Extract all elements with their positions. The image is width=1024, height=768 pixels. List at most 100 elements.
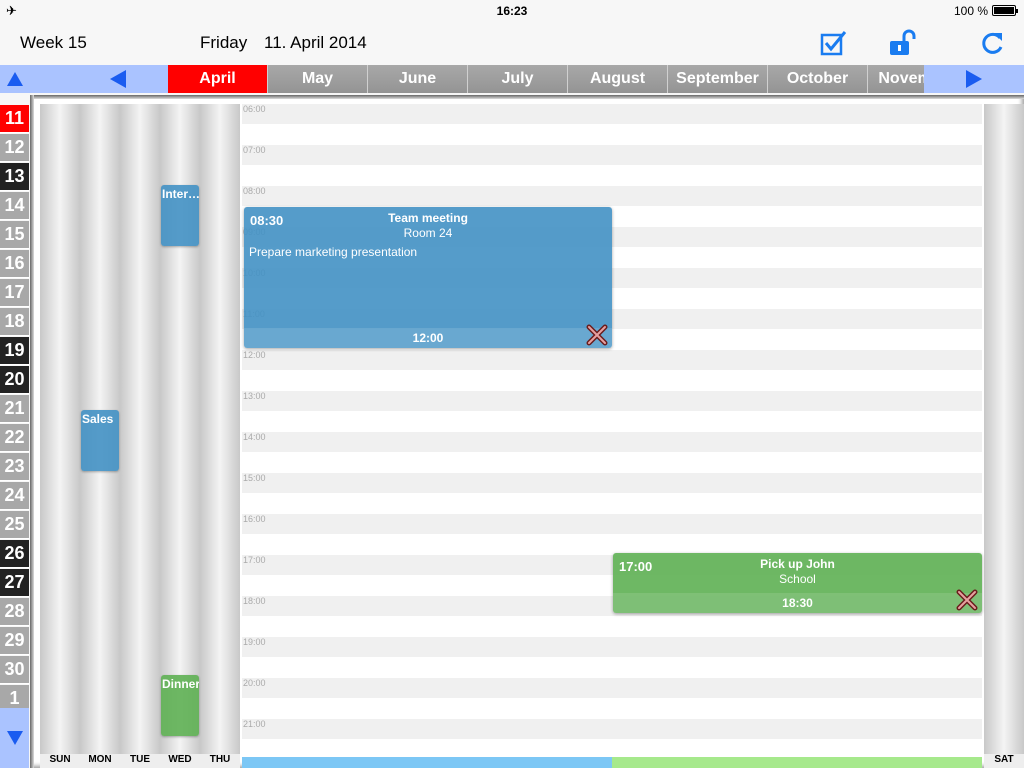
hour-band: [242, 514, 982, 534]
triangle-down-icon: [6, 731, 23, 745]
hour-label: 06:00: [243, 104, 266, 114]
day-number[interactable]: 30: [0, 656, 29, 684]
tab-month-october[interactable]: October: [768, 65, 868, 93]
day-number[interactable]: 17: [0, 279, 29, 307]
calendar-frame-left: [30, 95, 34, 768]
checkbox-icon: [820, 31, 847, 56]
day-number[interactable]: 16: [0, 250, 29, 278]
hour-slot[interactable]: 06:00: [242, 104, 982, 145]
hour-slot[interactable]: 12:00: [242, 350, 982, 391]
mini-event-wed-inter[interactable]: Inter…: [161, 185, 199, 246]
day-number[interactable]: 29: [0, 627, 29, 655]
hour-label: 18:00: [243, 596, 266, 606]
hour-band: [242, 719, 982, 739]
weekday-label-sun: SUN: [40, 754, 80, 768]
mini-event-wed-dinner[interactable]: Dinner: [161, 675, 199, 736]
hour-slot[interactable]: 14:00: [242, 432, 982, 473]
battery-icon: [992, 5, 1018, 16]
day-number[interactable]: 24: [0, 482, 29, 510]
weekday-column-thu[interactable]: [200, 104, 240, 756]
header: Week 15 Friday 11. April 2014: [0, 20, 1024, 64]
tab-month-june[interactable]: June: [368, 65, 468, 93]
event-note: Prepare marketing presentation: [249, 245, 418, 259]
tab-month-november[interactable]: November: [868, 65, 924, 93]
day-number[interactable]: 27: [0, 569, 29, 597]
hour-slot[interactable]: 07:00: [242, 145, 982, 186]
day-number[interactable]: 21: [0, 395, 29, 423]
day-number[interactable]: 28: [0, 598, 29, 626]
unlock-icon: [890, 29, 916, 55]
month-bar-spacer: [29, 65, 68, 93]
previous-month-button[interactable]: [68, 65, 168, 93]
triangle-right-icon: [966, 70, 982, 88]
hour-label: 21:00: [243, 719, 266, 729]
day-number[interactable]: 14: [0, 192, 29, 220]
delete-event-icon[interactable]: [585, 323, 609, 347]
scroll-up-button[interactable]: [0, 65, 29, 93]
day-number[interactable]: 15: [0, 221, 29, 249]
day-number[interactable]: 20: [0, 366, 29, 394]
lock-button[interactable]: [888, 28, 918, 58]
next-month-button[interactable]: [924, 65, 1024, 93]
weekday-label-wed: WED: [160, 754, 200, 768]
hour-label: 12:00: [243, 350, 266, 360]
hour-slot[interactable]: 21:00: [242, 719, 982, 760]
hour-label: 08:00: [243, 186, 266, 196]
week-label: Week 15: [20, 33, 87, 52]
refresh-button[interactable]: [978, 28, 1008, 58]
day-number[interactable]: 26: [0, 540, 29, 568]
hour-label: 15:00: [243, 473, 266, 483]
hour-band: [242, 145, 982, 165]
hour-band: [242, 104, 982, 124]
event-pick-up-john[interactable]: 17:00 Pick up John School 18:30: [613, 553, 982, 613]
battery-percentage: 100 %: [953, 4, 988, 18]
day-number[interactable]: 19: [0, 337, 29, 365]
day-number[interactable]: 12: [0, 134, 29, 162]
tab-month-july[interactable]: July: [468, 65, 568, 93]
hour-label: 16:00: [243, 514, 266, 524]
scroll-down-button[interactable]: [0, 708, 29, 768]
hour-slot[interactable]: 13:00: [242, 391, 982, 432]
hour-band: [242, 473, 982, 493]
hour-label: 17:00: [243, 555, 266, 565]
weekday-label-tue: TUE: [120, 754, 160, 768]
triangle-up-icon: [6, 72, 23, 86]
day-number[interactable]: 18: [0, 308, 29, 336]
day-overview-bar-blue: [242, 757, 612, 768]
hour-label: 19:00: [243, 637, 266, 647]
weekday-column-sun[interactable]: [40, 104, 80, 756]
hour-label: 20:00: [243, 678, 266, 688]
date-label: 11. April 2014: [264, 33, 367, 52]
weekday-column-sat[interactable]: [984, 104, 1024, 756]
day-number[interactable]: 13: [0, 163, 29, 191]
event-title: Team meeting: [388, 211, 468, 225]
day-number[interactable]: 25: [0, 511, 29, 539]
tab-month-april[interactable]: April: [168, 65, 268, 93]
event-end-time: 12:00: [244, 328, 612, 348]
delete-event-icon[interactable]: [955, 588, 979, 612]
day-number[interactable]: 11: [0, 105, 29, 133]
hour-band: [242, 186, 982, 206]
day-number[interactable]: 22: [0, 424, 29, 452]
hour-slot[interactable]: 19:00: [242, 637, 982, 678]
day-number[interactable]: 23: [0, 453, 29, 481]
mini-event-mon-sales[interactable]: Sales: [81, 410, 119, 471]
weekday-label-sat: SAT: [984, 754, 1024, 768]
tab-month-september[interactable]: September: [668, 65, 768, 93]
tasks-button[interactable]: [818, 28, 848, 58]
hour-slot[interactable]: 20:00: [242, 678, 982, 719]
hour-slot[interactable]: 15:00: [242, 473, 982, 514]
hour-label: 13:00: [243, 391, 266, 401]
month-bar: April May June July August September October No…: [0, 65, 1024, 93]
weekday-label-thu: THU: [200, 754, 240, 768]
hour-band: [242, 432, 982, 452]
event-location: School: [779, 572, 816, 586]
time-grid: 06:0007:0008:0009:0010:0011:0012:0013:00…: [242, 104, 982, 756]
weekday-column-tue[interactable]: [120, 104, 160, 756]
triangle-left-icon: [110, 70, 126, 88]
event-team-meeting[interactable]: 08:30 Team meeting Room 24 Prepare marke…: [244, 207, 612, 348]
hour-band: [242, 391, 982, 411]
hour-slot[interactable]: 16:00: [242, 514, 982, 555]
tab-month-august[interactable]: August: [568, 65, 668, 93]
tab-month-may[interactable]: May: [268, 65, 368, 93]
